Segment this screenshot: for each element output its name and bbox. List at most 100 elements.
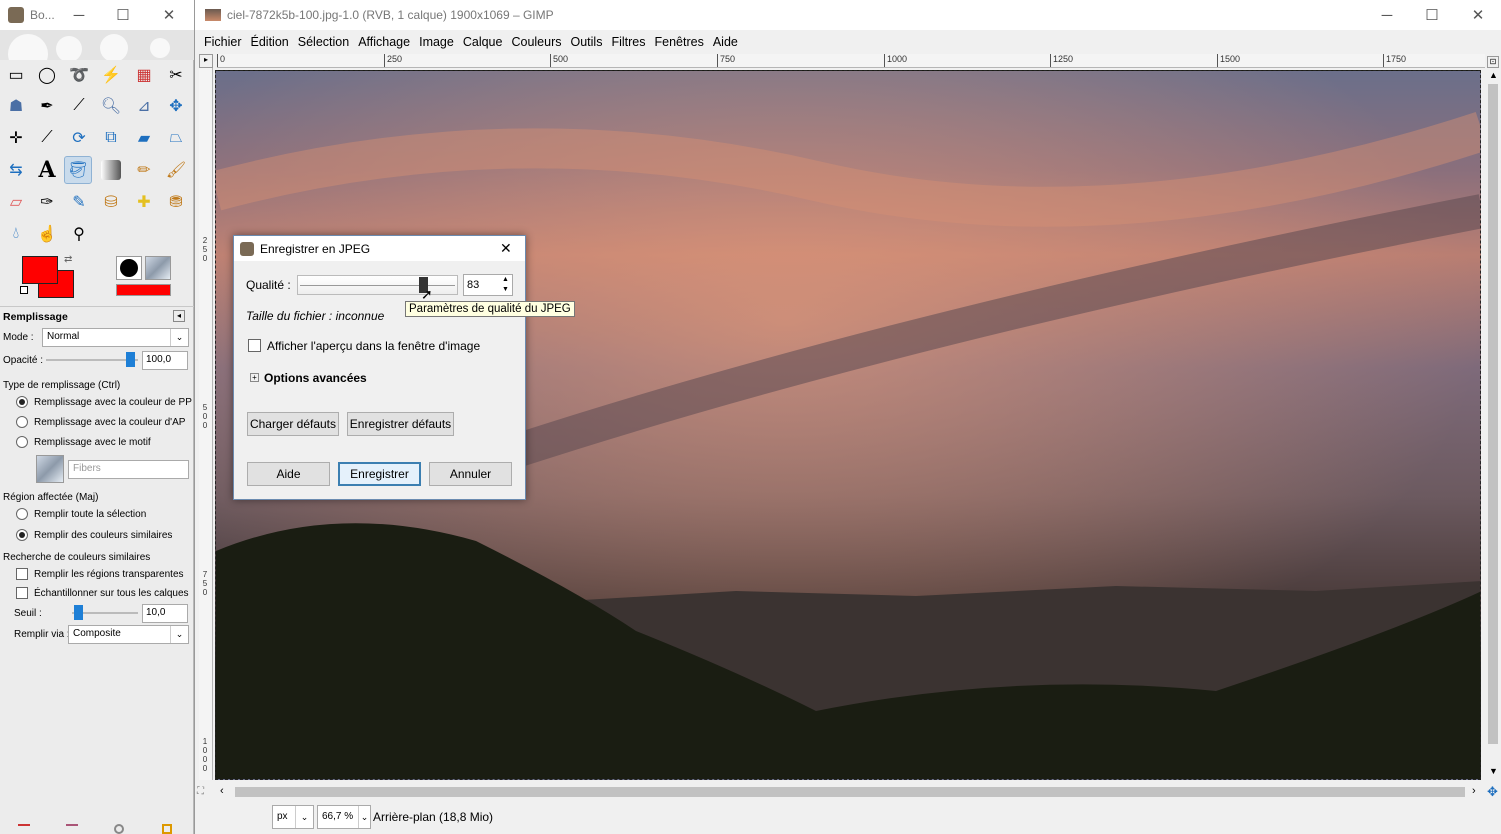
zoom-to-fit-icon[interactable]: ⊡ [1487,56,1499,68]
fuzzy-select-icon[interactable]: ⚡ [97,61,125,89]
navigate-icon[interactable]: ⛶ [197,786,204,797]
ink-icon[interactable]: ✎ [65,188,93,216]
menu-édition[interactable]: Édition [251,35,289,49]
menu-image[interactable]: Image [419,35,454,49]
expander-icon[interactable]: + [250,373,259,382]
region-selection-radio[interactable] [16,508,28,520]
menu-fichier[interactable]: Fichier [204,35,242,49]
menu-calque[interactable]: Calque [463,35,503,49]
sample-merged-checkbox[interactable] [16,587,28,599]
opacity-spinner[interactable]: 100,0 [142,351,188,370]
scale-icon[interactable]: ⧉ [97,124,125,152]
bucket-fill-icon[interactable]: 🪣︎ [64,156,92,184]
fill-by-select[interactable]: Composite ⌄ [68,625,189,644]
airbrush-icon[interactable]: ✑ [33,188,61,216]
zoom-select[interactable]: 66,7 % ⌄ [317,805,371,829]
help-button[interactable]: Aide [247,462,330,486]
image-minimize-button[interactable]: ─ [1364,0,1410,30]
fill-transparent-checkbox[interactable] [16,568,28,580]
scroll-right-arrow[interactable]: › [1472,785,1476,797]
move-icon[interactable]: ✥ [162,92,190,120]
unit-select[interactable]: px ⌄ [272,805,314,829]
rotate-icon[interactable]: ⟳ [65,124,93,152]
fill-fg-radio[interactable] [16,396,28,408]
threshold-slider-thumb[interactable] [74,605,83,620]
rect-select-icon[interactable]: ▭ [2,61,30,89]
perspective-clone-icon[interactable]: ⛃ [162,188,190,216]
quality-spin-arrows[interactable]: ▲ ▼ [502,275,509,295]
save-options-icon[interactable] [18,824,30,834]
paths-icon[interactable]: ✒ [33,92,61,120]
pattern-thumbnail[interactable] [36,455,64,483]
fill-bg-radio[interactable] [16,416,28,428]
foreground-select-icon[interactable]: ☗ [2,92,30,120]
ellipse-select-icon[interactable]: ◯ [33,61,61,89]
horizontal-ruler[interactable]: 0 250 500 750 1000 1250 1500 1750 [217,54,1490,68]
align-icon[interactable]: ✛ [2,124,30,152]
dialog-close-button[interactable]: ✕ [500,240,512,257]
opacity-slider[interactable] [46,359,138,361]
text-tool-icon[interactable]: A [33,156,61,184]
tool-options-menu-icon[interactable]: ◂ [173,310,185,322]
swap-colors-icon[interactable]: ⇄ [64,254,72,265]
foreground-color-swatch[interactable] [22,256,58,284]
free-select-icon[interactable]: ➰ [65,61,93,89]
zoom-icon[interactable]: 🔍︎ [97,92,125,120]
gradient-preview[interactable] [116,284,171,296]
scroll-down-arrow[interactable]: ▼ [1489,766,1498,776]
pencil-icon[interactable]: ✏ [130,156,158,184]
export-save-button[interactable]: Enregistrer [338,462,421,486]
crop-icon[interactable]: ⟋ [33,124,61,152]
menu-filtres[interactable]: Filtres [611,35,645,49]
horizontal-scroll-thumb[interactable] [235,787,1465,797]
pattern-name-field[interactable]: Fibers [68,460,189,479]
toolbox-close-button[interactable]: ✕ [146,0,192,30]
preview-checkbox[interactable] [248,339,261,352]
menu-couleurs[interactable]: Couleurs [511,35,561,49]
save-defaults-button[interactable]: Enregistrer défauts [347,412,454,436]
image-maximize-button[interactable]: ☐ [1409,0,1455,30]
quality-slider[interactable] [297,275,458,295]
flip-icon[interactable]: ⇆ [2,156,30,184]
restore-options-icon[interactable] [66,824,78,834]
toolbox-minimize-button[interactable]: ─ [56,0,102,30]
brush-preview[interactable] [116,256,142,280]
smudge-icon[interactable]: ☝ [33,220,61,248]
vertical-ruler[interactable]: 250 500 750 1000 [199,68,213,780]
delete-options-icon[interactable] [114,824,124,834]
gradient-icon[interactable] [101,160,121,180]
toolbox-maximize-button[interactable]: ☐ [100,0,146,30]
dodge-burn-icon[interactable]: ⚲ [65,220,93,248]
reset-options-icon[interactable] [162,824,172,834]
scroll-left-arrow[interactable]: ‹ [220,785,224,797]
fill-pattern-radio[interactable] [16,436,28,448]
menu-outils[interactable]: Outils [571,35,603,49]
scroll-up-arrow[interactable]: ▲ [1489,70,1498,80]
cancel-button[interactable]: Annuler [429,462,512,486]
scissors-icon[interactable]: ✂ [162,61,190,89]
eraser-icon[interactable]: ▱ [2,188,30,216]
menu-fenêtres[interactable]: Fenêtres [654,35,703,49]
pattern-preview[interactable] [145,256,171,280]
color-picker-icon[interactable]: ⟋ [65,92,93,120]
perspective-icon[interactable]: ⏢ [162,124,190,152]
paintbrush-icon[interactable]: 🖌︎ [162,156,190,184]
vertical-scroll-thumb[interactable] [1488,84,1498,744]
menu-affichage[interactable]: Affichage [358,35,410,49]
advanced-options-expander[interactable]: Options avancées [264,371,367,385]
threshold-spinner[interactable]: 10,0 [142,604,188,623]
horizontal-scrollbar[interactable]: ⛶ ‹ › ✥ [197,784,1498,800]
default-colors-icon[interactable] [20,286,28,294]
heal-icon[interactable]: ✚ [130,188,158,216]
opacity-slider-thumb[interactable] [126,352,135,367]
region-similar-radio[interactable] [16,529,28,541]
vertical-scrollbar[interactable]: ⊡ ▲ ▼ [1485,54,1501,781]
color-select-icon[interactable]: ▦ [130,61,158,89]
blur-icon[interactable]: 💧︎ [2,220,30,248]
menu-sélection[interactable]: Sélection [298,35,349,49]
image-close-button[interactable]: ✕ [1455,0,1501,30]
quick-mask-menu-icon[interactable]: ▸ [199,54,213,68]
mode-select[interactable]: Normal ⌄ [42,328,189,347]
navigation-icon[interactable]: ✥ [1487,784,1498,800]
clone-icon[interactable]: ⛁ [97,188,125,216]
